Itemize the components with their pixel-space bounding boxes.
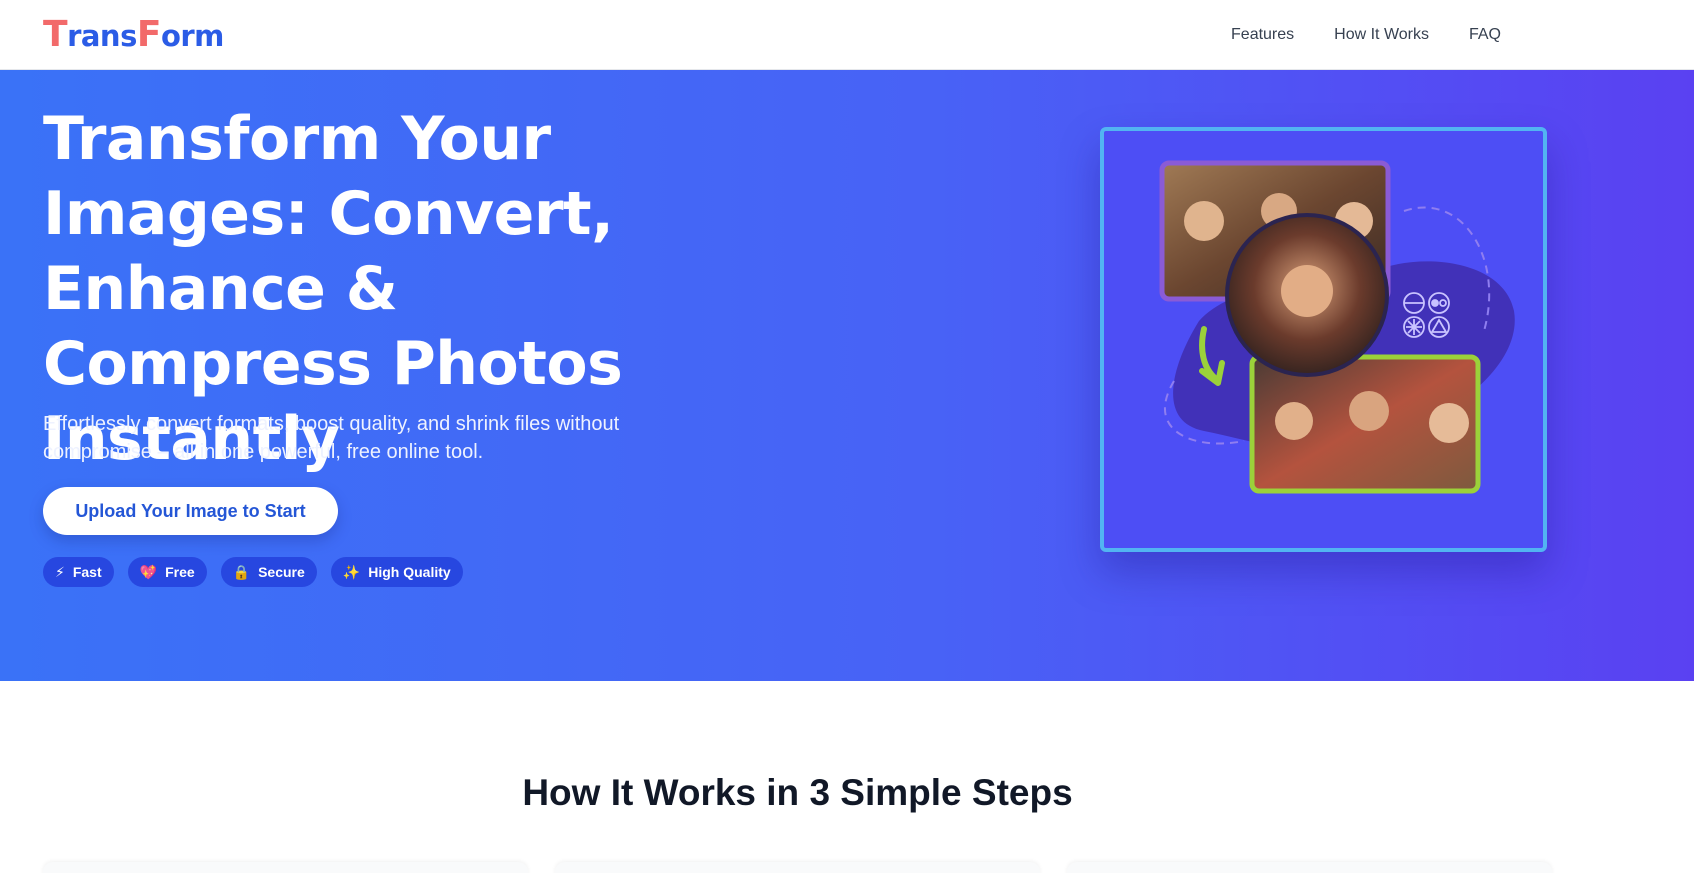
badge-label: Free	[165, 564, 195, 580]
nav-link-how-it-works[interactable]: How It Works	[1334, 26, 1429, 44]
image-transform-graphic	[1159, 160, 1515, 494]
nav-link-faq[interactable]: FAQ	[1469, 26, 1501, 44]
logo-letter-t: T	[43, 14, 68, 55]
badge-label: Fast	[72, 564, 102, 580]
hero-section: Transform Your Images: Convert, Enhance …	[0, 70, 1694, 681]
feature-badges: ⚡ Fast 💖 Free 🔒 Secure ✨ High Quality	[43, 557, 463, 587]
logo-text-rans: rans	[67, 19, 137, 53]
nav-link-features[interactable]: Features	[1231, 26, 1294, 44]
badge-label: Secure	[258, 564, 305, 580]
step-card-2	[555, 862, 1040, 873]
site-header: Trans Form Features How It Works FAQ	[0, 0, 1694, 70]
heart-icon: 💖	[139, 564, 158, 580]
lightning-icon: ⚡	[55, 564, 65, 580]
upload-image-button[interactable]: Upload Your Image to Start	[43, 487, 338, 535]
step-card-1	[43, 862, 528, 873]
hero-illustration	[1100, 127, 1547, 552]
step-card-3	[1067, 862, 1552, 873]
badge-fast: ⚡ Fast	[43, 557, 114, 587]
logo-text-orm: orm	[160, 19, 224, 53]
site-logo[interactable]: Trans Form	[43, 14, 224, 55]
lock-icon: 🔒	[232, 564, 251, 580]
hero-subtitle: Effortlessly convert formats, boost qual…	[43, 413, 620, 463]
how-it-works-title: How It Works in 3 Simple Steps	[522, 772, 1073, 813]
logo-letter-f: F	[136, 14, 162, 55]
badge-high-quality: ✨ High Quality	[330, 557, 463, 587]
badge-secure: 🔒 Secure	[220, 557, 317, 587]
main-nav: Features How It Works FAQ	[1231, 26, 1501, 44]
badge-free: 💖 Free	[127, 557, 207, 587]
sparkles-icon: ✨	[342, 564, 361, 580]
badge-label: High Quality	[368, 564, 451, 580]
